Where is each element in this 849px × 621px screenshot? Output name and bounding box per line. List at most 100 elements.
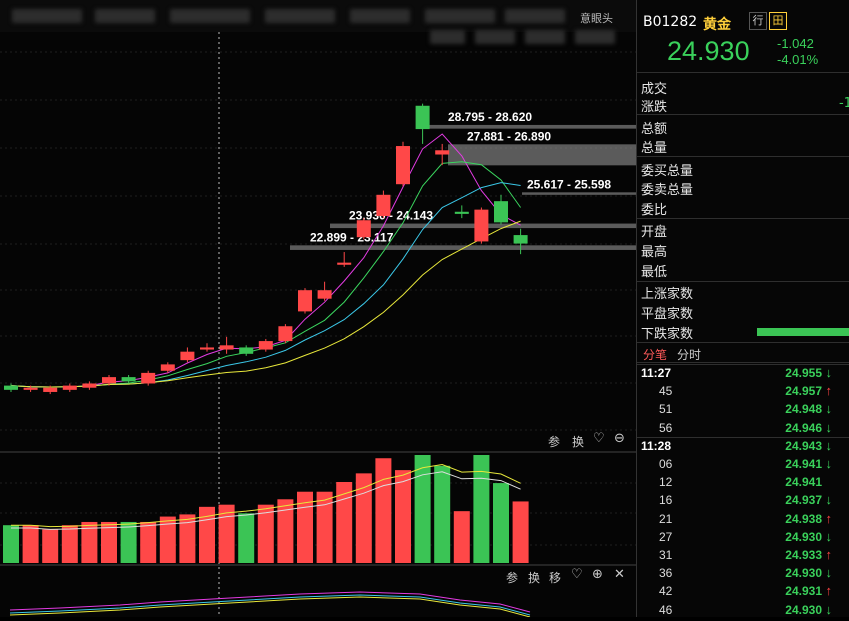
candle-body bbox=[513, 235, 528, 244]
field-bid-total: 委买总量 bbox=[641, 164, 694, 179]
field-change-value: -1 bbox=[839, 96, 849, 111]
tick-row: 45 24.957 ↑ bbox=[637, 383, 849, 402]
chart-area[interactable]: 意眼头 28.795 - 28.620 27.881 - 26.890 25.617… bbox=[0, 0, 636, 617]
tick-time: 56 bbox=[659, 420, 673, 435]
tick-price: 24.955 bbox=[785, 366, 822, 380]
volume-bar bbox=[453, 511, 470, 563]
candle-body bbox=[180, 351, 195, 361]
params-button[interactable]: 参 bbox=[548, 433, 560, 450]
volume-bar bbox=[316, 491, 333, 563]
tick-time: 11:27 bbox=[641, 366, 672, 380]
volume-bar bbox=[238, 513, 255, 563]
quote-tag-button[interactable]: 行 bbox=[749, 12, 767, 30]
candle-body bbox=[219, 345, 234, 350]
candle-body bbox=[160, 364, 175, 371]
arrow-up-icon: ↑ bbox=[825, 510, 833, 526]
tick-price: 24.930 bbox=[785, 602, 822, 617]
tab-minute[interactable]: 分时 bbox=[677, 346, 701, 363]
params-button-2[interactable]: 参 bbox=[506, 569, 518, 586]
volume-bar bbox=[120, 521, 137, 563]
arrow-up-icon: ↑ bbox=[825, 383, 833, 399]
candle-body bbox=[4, 385, 18, 390]
tick-price: 24.941 bbox=[785, 457, 822, 471]
tick-time: 31 bbox=[659, 548, 673, 562]
price-levels: 28.795 - 28.620 27.881 - 26.890 25.617 - 2… bbox=[290, 110, 636, 250]
tick-price: 24.957 bbox=[785, 384, 822, 399]
candle-body bbox=[435, 150, 450, 155]
heart-icon-2[interactable]: ♡ bbox=[571, 567, 583, 582]
tick-time: 16 bbox=[659, 493, 673, 508]
candle-body bbox=[396, 146, 410, 185]
heart-icon[interactable]: ♡ bbox=[593, 431, 605, 446]
tick-time: 36 bbox=[659, 566, 673, 581]
volume-bar bbox=[375, 458, 392, 563]
arrow-down-icon: ↓ bbox=[825, 456, 833, 471]
volume-bar bbox=[3, 525, 19, 563]
switch-button-2[interactable]: 换 bbox=[528, 569, 540, 586]
tick-time: 06 bbox=[659, 457, 673, 471]
candle-body bbox=[102, 377, 116, 384]
zoom-in-icon[interactable]: ⊕ bbox=[592, 567, 603, 582]
switch-button[interactable]: 换 bbox=[572, 433, 584, 450]
field-flat-count: 平盘家数 bbox=[641, 307, 694, 322]
price-level-label: 25.617 - 25.598 bbox=[527, 177, 611, 191]
tick-price: 24.941 bbox=[785, 475, 822, 490]
field-change: 涨跌 bbox=[641, 100, 668, 115]
field-ask-total: 委卖总量 bbox=[641, 183, 694, 198]
tick-price: 24.937 bbox=[785, 493, 822, 508]
tick-row: 16 24.937 ↓ bbox=[637, 492, 849, 511]
arrow-up-icon: ↑ bbox=[825, 547, 833, 562]
ma-line bbox=[10, 161, 522, 388]
move-button[interactable]: 移 bbox=[549, 569, 561, 586]
candle-body bbox=[317, 290, 332, 299]
tick-price: 24.931 bbox=[785, 584, 822, 599]
tick-row: 36 24.930 ↓ bbox=[637, 565, 849, 584]
tab-ticks[interactable]: 分笔 bbox=[643, 346, 667, 363]
volume-bar bbox=[414, 455, 431, 563]
price-level-band bbox=[290, 245, 636, 250]
tick-time: 42 bbox=[659, 584, 673, 599]
tick-price: 24.948 bbox=[785, 402, 822, 417]
candle-body bbox=[494, 201, 508, 223]
tick-row: 27 24.930 ↓ bbox=[637, 528, 849, 548]
tick-time: 11:28 bbox=[641, 438, 672, 453]
field-open: 开盘 bbox=[641, 225, 668, 240]
tick-row: 31 24.933 ↑ bbox=[637, 547, 849, 566]
symbol-code: B01282 bbox=[643, 14, 698, 30]
volume-bar bbox=[493, 483, 509, 563]
zoom-out-icon[interactable]: ⊖ bbox=[614, 431, 625, 446]
candle-body bbox=[376, 194, 391, 216]
candlestick-chart[interactable]: 28.795 - 28.620 27.881 - 26.890 25.617 - 2… bbox=[0, 0, 636, 617]
candle-body bbox=[356, 220, 371, 238]
arrow-up-icon: ↑ bbox=[825, 583, 833, 599]
arrow-down-icon: ↓ bbox=[825, 601, 833, 617]
field-up-count: 上涨家数 bbox=[641, 287, 694, 302]
volume-bar bbox=[395, 470, 411, 563]
tick-row: 11:27 24.955 ↓ bbox=[637, 364, 849, 384]
volume-bars bbox=[3, 455, 529, 563]
tick-row: 11:28 24.943 ↓ bbox=[637, 436, 849, 457]
close-icon[interactable]: ✕ bbox=[614, 567, 625, 582]
field-high: 最高 bbox=[641, 245, 668, 260]
field-total: 总量 bbox=[641, 141, 668, 156]
price-level-band bbox=[448, 144, 636, 166]
candle-body bbox=[454, 211, 469, 214]
grid-tag-button[interactable]: 田 bbox=[769, 12, 787, 30]
tick-row: 21 24.938 ↑ bbox=[637, 510, 849, 530]
candle-body bbox=[23, 387, 38, 390]
indicator-lines bbox=[9, 591, 531, 617]
candle-body bbox=[62, 385, 77, 390]
candle-body bbox=[121, 377, 136, 382]
arrow-down-icon: ↓ bbox=[825, 492, 833, 508]
price-level-label: 22.899 - 23.117 bbox=[310, 230, 394, 244]
tick-price: 24.930 bbox=[785, 566, 822, 581]
candle-body bbox=[337, 262, 352, 265]
tick-row: 51 24.948 ↓ bbox=[637, 401, 849, 420]
arrow-down-icon: ↓ bbox=[825, 401, 833, 417]
volume-bar bbox=[140, 521, 157, 563]
price-change-pct: -4.01% bbox=[777, 52, 819, 67]
arrow-down-icon: ↓ bbox=[825, 419, 833, 435]
price-level-label: 27.881 - 26.890 bbox=[467, 129, 551, 143]
arrow-down-icon: ↓ bbox=[825, 528, 833, 544]
tick-time: 46 bbox=[659, 602, 673, 617]
